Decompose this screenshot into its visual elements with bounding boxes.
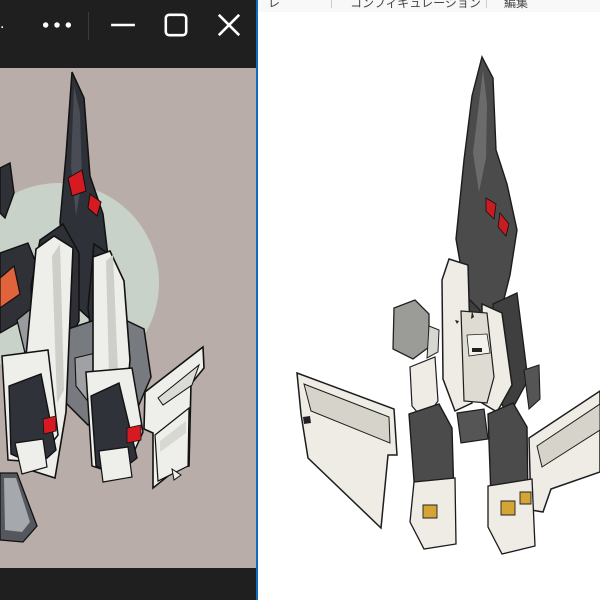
mecha-3d-model [258,12,600,600]
configuration-menu[interactable]: コンフィギュレーション [350,0,481,10]
maximize-button[interactable] [156,8,196,42]
viewer-toolbar-gap [0,50,256,68]
image-viewer-window: . [0,0,258,600]
toolbar-separator [486,0,487,8]
toolbar-partial-item[interactable]: レ [268,0,280,10]
3d-model-preview [258,12,600,600]
close-icon [217,13,241,37]
edit-menu[interactable]: 編集 [504,0,528,10]
viewer-titlebar: . [0,0,256,50]
toolbar-separator [331,0,332,8]
maximize-icon [164,13,188,37]
more-options-button[interactable] [40,8,74,42]
viewer-bottom-strip [0,568,256,600]
minimize-icon [111,23,135,27]
viewer-title-fragment: . [0,15,5,32]
more-options-icon [42,22,72,28]
cad-preview-area: レ コンフィギュレーション 編集 [258,0,600,600]
close-button[interactable] [209,8,249,42]
titlebar-divider [88,12,89,40]
minimize-button[interactable] [103,8,143,42]
mecha-illustration-canvas [0,68,256,568]
desktop-screen: . レ コンフィギュレーション 編集 [0,0,600,600]
mecha-illustration [0,68,256,568]
